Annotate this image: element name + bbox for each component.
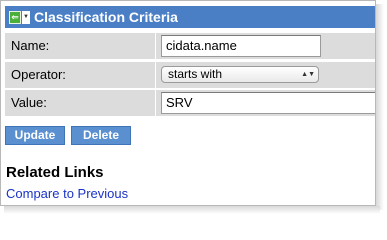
compare-to-previous-link[interactable]: Compare to Previous [6,186,128,201]
value-input[interactable]: SRV [161,92,375,114]
operator-label: Operator: [5,62,155,88]
operator-select[interactable]: starts with ▲▼ [161,66,319,83]
caret-glyph: ▼ [23,14,29,20]
dropdown-caret-icon[interactable]: ▼ [22,10,30,24]
select-arrows-icon: ▲▼ [301,71,315,78]
panel-header: ⇐ ▼ Classification Criteria [5,6,375,28]
name-row: Name: cidata.name [5,33,375,59]
value-row: Value: SRV [5,90,375,116]
name-value-cell: cidata.name [156,33,375,59]
value-label: Value: [5,90,155,116]
panel-title: Classification Criteria [34,9,178,25]
name-input[interactable]: cidata.name [161,35,321,57]
update-button[interactable]: Update [5,126,65,145]
panel-shadow-bottom [4,206,380,214]
classification-panel: ⇐ ▼ Classification Criteria Name: cidata… [0,0,376,206]
back-arrow-icon[interactable]: ⇐ [9,10,21,24]
panel-shadow-right [376,4,384,210]
operator-selected-value: starts with [168,67,223,81]
name-label: Name: [5,33,155,59]
value-value-cell: SRV [156,90,375,116]
delete-button[interactable]: Delete [71,126,131,145]
related-links-heading: Related Links [6,164,104,181]
page: ⇐ ▼ Classification Criteria Name: cidata… [0,0,387,218]
operator-value-cell: starts with ▲▼ [156,62,375,88]
operator-row: Operator: starts with ▲▼ [5,62,375,88]
